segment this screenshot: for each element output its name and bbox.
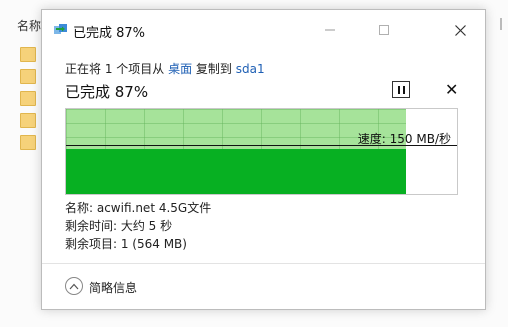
speed-label: 速度: 150 MB/秒 bbox=[357, 132, 451, 146]
folder-icon[interactable] bbox=[20, 91, 36, 106]
speed-graph: 速度: 150 MB/秒 bbox=[65, 108, 458, 195]
time-remaining-line: 剩余时间: 大约 5 秒 bbox=[65, 219, 173, 233]
destination-link[interactable]: sda1 bbox=[236, 62, 265, 76]
close-window-button[interactable] bbox=[438, 16, 482, 44]
footer-divider bbox=[42, 263, 485, 264]
pause-icon-bar bbox=[402, 85, 405, 94]
folder-icon[interactable] bbox=[20, 69, 36, 84]
maximize-icon bbox=[379, 25, 389, 35]
less-details-label[interactable]: 简略信息 bbox=[89, 279, 137, 296]
folder-icon[interactable] bbox=[20, 135, 36, 150]
pause-icon bbox=[397, 85, 400, 94]
minimize-icon bbox=[325, 29, 335, 31]
copy-text-mid: 复制到 bbox=[192, 62, 236, 76]
progress-percent-label: 已完成 87% bbox=[65, 83, 149, 101]
speed-fill bbox=[66, 149, 407, 194]
minimize-button[interactable] bbox=[308, 16, 352, 44]
window-title: 已完成 87% bbox=[73, 26, 146, 41]
folder-icon[interactable] bbox=[20, 113, 36, 128]
title-bar[interactable]: 已完成 87% bbox=[42, 10, 485, 50]
pause-button[interactable] bbox=[392, 81, 410, 98]
items-remaining-line: 剩余项目: 1 (564 MB) bbox=[65, 237, 187, 251]
file-name-line: 名称: acwifi.net 4.5G文件 bbox=[65, 201, 212, 215]
folder-icon[interactable] bbox=[20, 47, 36, 62]
source-link[interactable]: 桌面 bbox=[168, 62, 192, 76]
copy-icon bbox=[54, 24, 67, 34]
copy-text-prefix: 正在将 1 个项目从 bbox=[65, 62, 169, 76]
maximize-button[interactable] bbox=[362, 16, 406, 44]
cancel-copy-button[interactable]: ✕ bbox=[445, 80, 458, 99]
name-column-header[interactable]: 名称 bbox=[17, 17, 41, 34]
less-details-button[interactable] bbox=[65, 277, 83, 295]
copy-progress-dialog: 已完成 87% 正在将 1 个项目从 桌面 复制到 sda1 已完成 87% ✕… bbox=[41, 9, 486, 310]
chevron-up-icon bbox=[69, 283, 79, 289]
copy-description: 正在将 1 个项目从 桌面 复制到 sda1 bbox=[65, 60, 265, 77]
close-icon bbox=[454, 24, 466, 36]
scrollbar-fragment bbox=[500, 18, 502, 30]
